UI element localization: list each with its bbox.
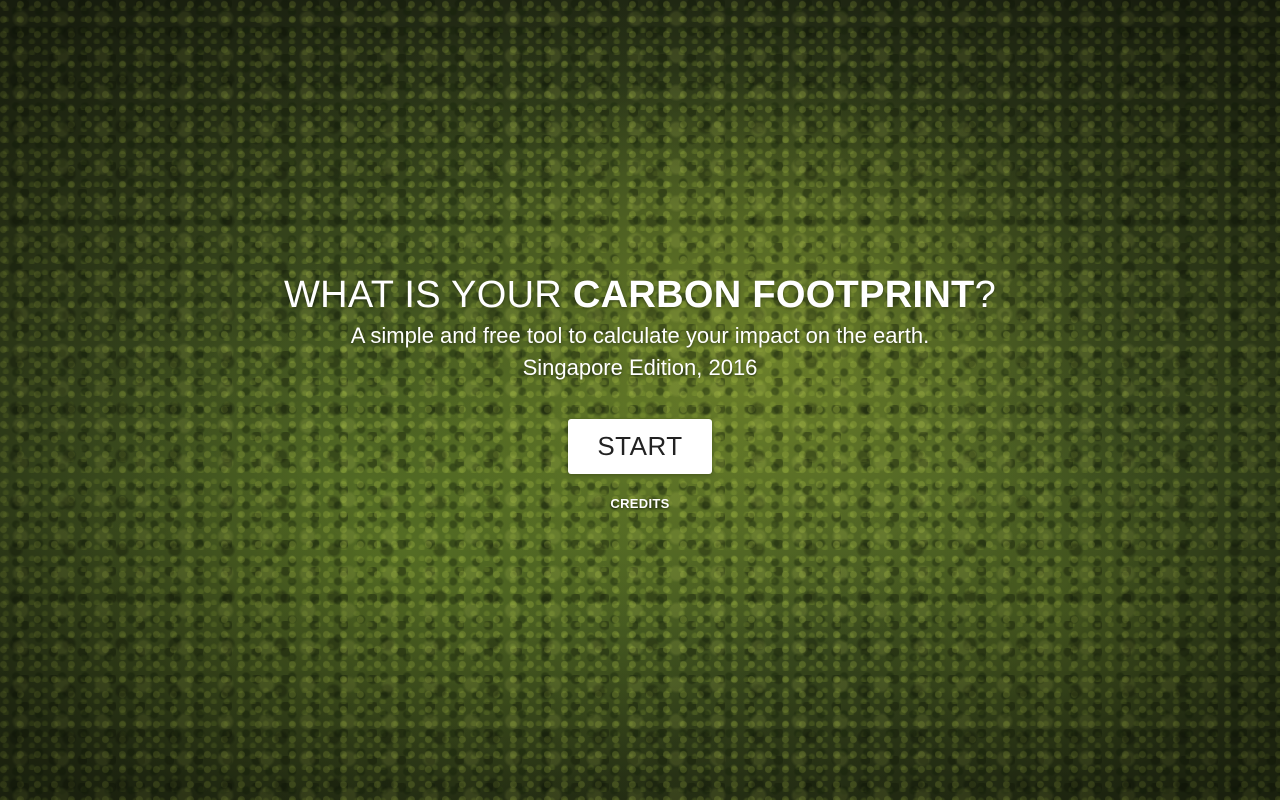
vignette-overlay <box>0 0 1280 800</box>
title-suffix: ? <box>974 274 997 316</box>
landing-page: WHAT IS YOUR CARBON FOOTPRINT? A simple … <box>0 0 1280 800</box>
title-prefix: WHAT IS YOUR <box>283 274 573 316</box>
page-subtitle: A simple and free tool to calculate your… <box>350 323 930 348</box>
credits-link[interactable]: CREDITS <box>610 496 669 511</box>
hero-section: WHAT IS YOUR CARBON FOOTPRINT? A simple … <box>0 270 1280 384</box>
start-button[interactable]: START <box>568 419 712 474</box>
page-title: WHAT IS YOUR CARBON FOOTPRINT? <box>0 270 1280 320</box>
edition-label: Singapore Edition, 2016 <box>522 355 758 380</box>
title-emphasis: CARBON FOOTPRINT <box>572 274 975 316</box>
